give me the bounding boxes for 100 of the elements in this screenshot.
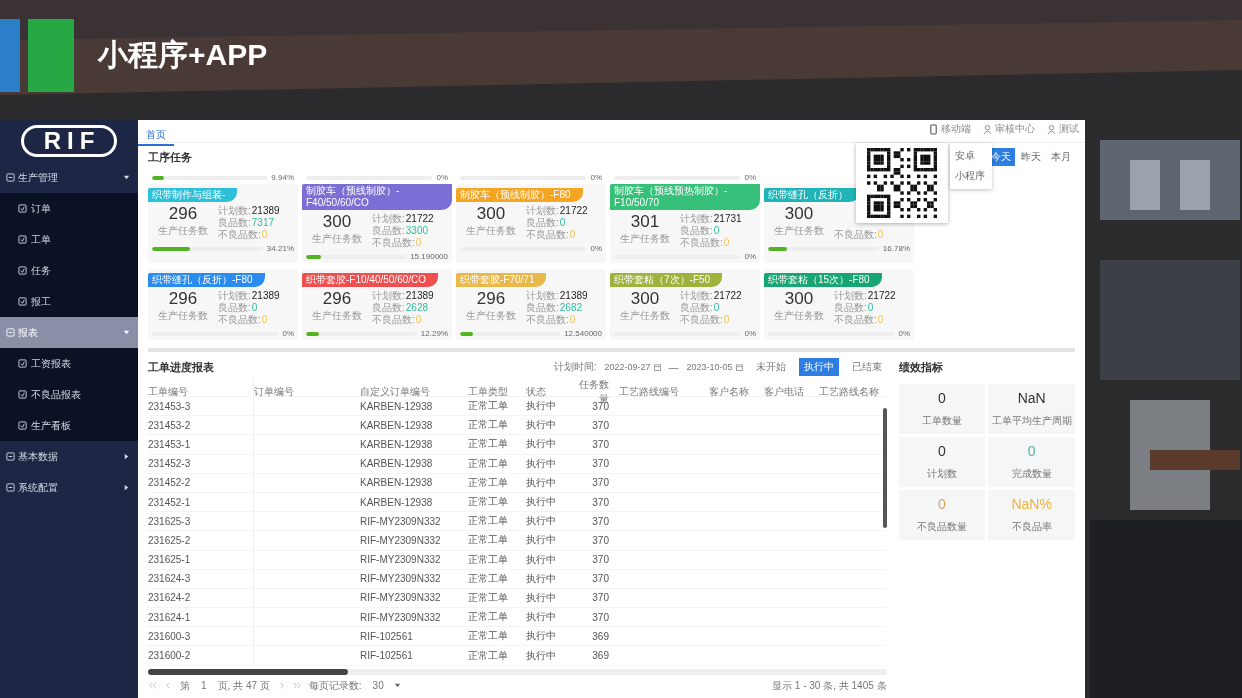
task-count-label: 生产任务数: [466, 309, 516, 323]
good-value: 0: [713, 225, 720, 236]
column-header: 客户电话: [764, 385, 805, 399]
defect-label: 不良品数:: [834, 313, 877, 327]
defect-label: 不良品数:: [218, 313, 261, 327]
table-cell: 正常工单: [468, 515, 508, 527]
progress-percent: 12.540000: [564, 329, 602, 338]
planned-value: 21731: [713, 213, 742, 224]
defect-value: 0: [877, 314, 884, 325]
planned-value: 21722: [559, 205, 588, 216]
defect-label: 不良品数:: [218, 228, 261, 242]
menu-group[interactable]: 系统配置: [0, 472, 138, 503]
menu-item[interactable]: 工资报表: [0, 348, 138, 379]
good-value: 0: [867, 302, 874, 313]
task-count: 300: [784, 204, 814, 224]
section-title: 绩效指标: [898, 360, 944, 375]
card-title: 织带套粘（7次）-F50: [610, 273, 723, 287]
menu-item[interactable]: 订单: [0, 193, 138, 224]
menu-group[interactable]: 报表: [0, 317, 138, 348]
good-value: 3300: [405, 225, 429, 236]
table-cell: 370: [592, 419, 609, 431]
table-cell: 370: [592, 592, 609, 604]
task-count: 300: [630, 289, 660, 309]
card-title: 制胶车（预线预热制胶）-F10/50/70: [610, 184, 760, 210]
period-button[interactable]: 昨天: [1017, 148, 1045, 166]
card-title: 制胶车（预线制胶）-F40/50/60/CO: [302, 184, 452, 210]
menu-item[interactable]: 报工: [0, 286, 138, 317]
metric-value: 0: [938, 443, 946, 459]
good-label: 良品数:: [680, 224, 713, 237]
table-cell: 执行中: [526, 572, 556, 584]
table-cell: 231625-2: [148, 534, 191, 546]
table-cell: 370: [592, 554, 609, 566]
table-cell: KARBEN-12938: [360, 419, 433, 431]
table-cell: 231452-2: [148, 477, 191, 489]
table-cell: 231624-3: [148, 573, 191, 585]
defect-value: 0: [877, 229, 884, 240]
last-page-icon[interactable]: [292, 681, 302, 691]
task-count-label: 生产任务数: [158, 309, 208, 323]
table-cell: 231625-1: [148, 554, 191, 566]
status-filter-button[interactable]: 执行中: [798, 358, 839, 376]
table-cell: 231452-1: [148, 496, 191, 508]
defect-value: 0: [569, 229, 576, 240]
good-label: 良品数:: [526, 301, 559, 314]
card-title: 织带套胶-F70/71: [456, 273, 547, 287]
table-cell: RIF-MY2309N332: [360, 611, 441, 623]
table-cell: 231624-2: [148, 592, 191, 604]
menu-icon: [6, 328, 15, 337]
metric-label: 不良品率: [1011, 520, 1052, 534]
status-filter-button[interactable]: 已结束: [846, 358, 887, 376]
table-cell: 执行中: [526, 611, 556, 623]
table-cell: 231625-3: [148, 515, 191, 527]
status-filter-button[interactable]: 未开始: [750, 358, 791, 376]
scrollbar-thumb[interactable]: [148, 668, 348, 675]
progress-percent: 12.29%: [420, 329, 448, 338]
task-count-label: 生产任务数: [620, 309, 670, 323]
menu-item[interactable]: 小程序: [950, 166, 992, 186]
caret-icon: [123, 329, 130, 336]
header-link[interactable]: 移动端: [929, 122, 971, 136]
menu-item[interactable]: 生产看板: [0, 410, 138, 441]
date-field[interactable]: 2022-09-27: [604, 362, 661, 372]
table-cell: 231452-3: [148, 458, 191, 470]
menu-icon: [18, 204, 27, 213]
page-input[interactable]: 1: [197, 680, 211, 692]
tab[interactable]: 首页: [138, 129, 174, 146]
table-cell: RIF-MY2309N332: [360, 592, 441, 604]
scrollbar-thumb[interactable]: [882, 408, 887, 528]
period-button[interactable]: 本月: [1047, 148, 1075, 166]
date-field[interactable]: 2023-10-05: [686, 362, 743, 372]
menu-group[interactable]: 生产管理: [0, 162, 138, 193]
page-size-select[interactable]: 30: [368, 680, 405, 692]
table-cell: 369: [592, 650, 609, 662]
planned-value: 21722: [713, 290, 742, 301]
previous-page-icon[interactable]: [164, 681, 173, 691]
menu-item[interactable]: 任务: [0, 255, 138, 286]
task-count-label: 生产任务数: [158, 224, 208, 238]
menu-item[interactable]: 工单: [0, 224, 138, 255]
first-page-icon[interactable]: [148, 681, 157, 691]
defect-label: 不良品数:: [526, 228, 569, 242]
menu-item[interactable]: 不良品报表: [0, 379, 138, 410]
metric-value: 0: [938, 390, 946, 406]
header-link[interactable]: 测试: [1047, 122, 1079, 136]
good-value: 7317: [251, 217, 275, 228]
calendar-icon: [735, 363, 743, 371]
table-cell: 执行中: [526, 400, 556, 412]
planned-label: 计划数:: [372, 212, 405, 225]
planned-label: 计划数:: [526, 289, 559, 302]
good-label: 良品数:: [372, 224, 405, 237]
table-cell: 执行中: [526, 476, 556, 488]
caret-icon: [123, 484, 130, 491]
metric-label: 计划数: [926, 467, 957, 481]
menu-group[interactable]: 基本数据: [0, 441, 138, 472]
task-count-label: 生产任务数: [466, 224, 516, 238]
pager-summary: 显示 1 - 30 条, 共 1405 条: [772, 678, 887, 693]
table-cell: 正常工单: [468, 649, 508, 661]
date-label: 计划时间:: [553, 360, 597, 374]
header-link[interactable]: 审核中心: [983, 122, 1035, 136]
slide-title: 小程序+APP: [98, 36, 268, 73]
defect-label: 不良品数:: [680, 236, 723, 250]
good-value: 2628: [405, 302, 429, 313]
table-cell: 执行中: [526, 438, 556, 450]
